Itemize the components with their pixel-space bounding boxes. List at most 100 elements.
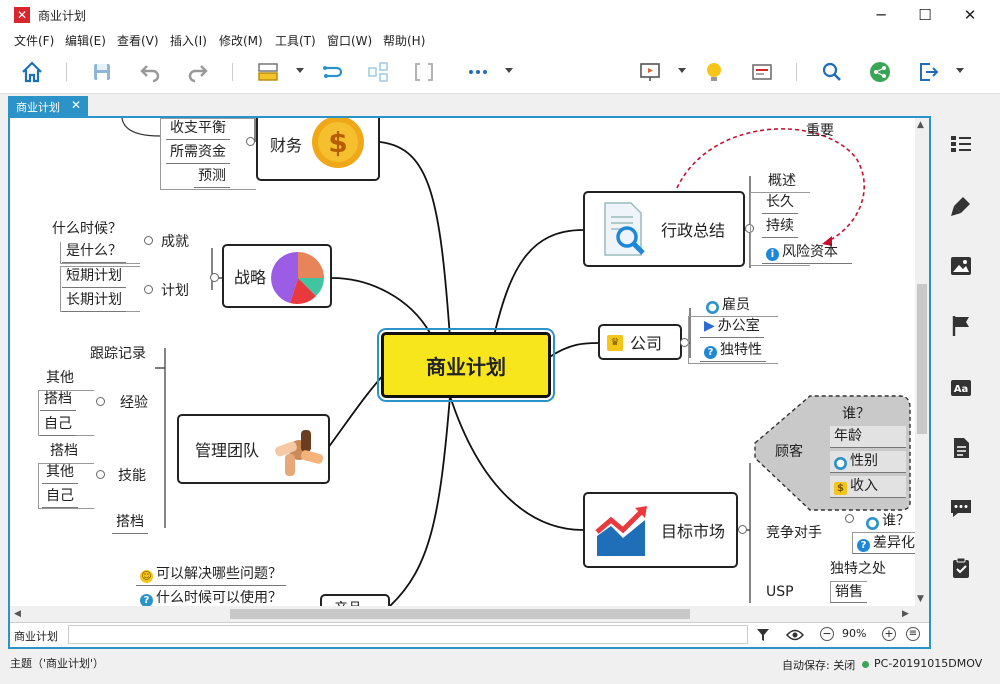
scroll-up-icon[interactable]: ▲ <box>917 120 924 130</box>
menu-insert[interactable]: 插入(I) <box>170 32 207 49</box>
customer-income[interactable]: $ 收入 <box>830 476 906 498</box>
topic-product[interactable]: 产品 <box>320 594 390 606</box>
horizontal-scrollbar[interactable]: ◀ ▶ <box>10 606 915 622</box>
topic-executive-summary[interactable]: 行政总结 <box>583 191 745 267</box>
product-when-usable[interactable]: ? 什么时候可以使用？ <box>136 588 286 606</box>
experience-collapse-toggle[interactable] <box>96 397 105 406</box>
skills-other[interactable]: 其他 <box>42 462 78 484</box>
skills-self[interactable]: 自己 <box>42 486 78 508</box>
home-icon[interactable] <box>20 60 44 84</box>
menu-modify[interactable]: 修改(M) <box>219 32 263 49</box>
presentation-icon[interactable] <box>638 60 662 84</box>
notes-icon[interactable] <box>949 436 973 460</box>
relationship-icon[interactable] <box>320 60 344 84</box>
tab-business-plan[interactable]: 商业计划 ✕ <box>8 96 88 116</box>
marker-flag-icon[interactable] <box>949 314 973 338</box>
vertical-scroll-thumb[interactable] <box>917 284 927 434</box>
topic-company[interactable]: ♛ 公司 <box>598 324 682 360</box>
text-style-icon[interactable]: Aa <box>949 376 973 400</box>
achievement-when[interactable]: 什么时候？ <box>52 218 122 238</box>
skills-collapse-toggle[interactable] <box>96 470 105 479</box>
product-problems-solved[interactable]: ☺ 可以解决哪些问题？ <box>136 564 286 586</box>
executive-long-term[interactable]: 长久 <box>762 192 798 214</box>
image-icon[interactable] <box>949 254 973 278</box>
zoom-in-button[interactable]: + <box>882 627 896 641</box>
market-collapse-toggle[interactable] <box>738 525 747 534</box>
topic-strategy[interactable]: 战略 <box>222 244 332 308</box>
fit-icon[interactable]: ≡ <box>906 627 920 641</box>
topic-insert-icon[interactable] <box>256 60 280 84</box>
menu-view[interactable]: 查看(V) <box>117 32 159 49</box>
menu-window[interactable]: 窗口(W) <box>327 32 372 49</box>
tab-close-icon[interactable]: ✕ <box>71 98 81 112</box>
strategy-plan[interactable]: 计划 <box>161 280 189 300</box>
experience-partner[interactable]: 搭档 <box>40 389 76 411</box>
vertical-scrollbar[interactable]: ▲ ▼ <box>915 118 929 622</box>
horizontal-scroll-thumb[interactable] <box>230 609 690 619</box>
relationship-label-important[interactable]: 重要 <box>806 120 834 140</box>
strategy-achievement[interactable]: 成就 <box>161 231 189 251</box>
more-icon[interactable] <box>466 60 490 84</box>
maximize-button[interactable]: ☐ <box>902 2 948 28</box>
presentation-dropdown-icon[interactable] <box>678 68 686 73</box>
save-icon[interactable] <box>90 60 114 84</box>
boundary-icon[interactable] <box>412 60 436 84</box>
executive-overview[interactable]: 概述 <box>768 170 796 190</box>
outline-icon[interactable] <box>949 132 973 156</box>
customer-who[interactable]: 谁？ <box>842 403 870 423</box>
filter-input[interactable] <box>68 625 748 644</box>
market-usp[interactable]: USP <box>766 584 794 600</box>
redo-icon[interactable] <box>186 60 210 84</box>
team-partner[interactable]: 搭档 <box>112 512 148 534</box>
undo-icon[interactable] <box>138 60 162 84</box>
market-customer[interactable]: 顾客 <box>775 441 803 461</box>
plan-short-term[interactable]: 短期计划 <box>62 266 126 288</box>
experience-other[interactable]: 其他 <box>46 367 74 387</box>
scroll-down-icon[interactable]: ▼ <box>917 594 924 604</box>
finance-balance[interactable]: 收支平衡 <box>166 118 230 140</box>
market-competitor[interactable]: 竞争对手 <box>766 522 822 542</box>
search-icon[interactable] <box>820 60 844 84</box>
topic-finance[interactable]: 财务 $ <box>256 118 380 181</box>
topic-target-market[interactable]: 目标市场 <box>583 492 738 568</box>
skills-partner[interactable]: 搭档 <box>50 440 78 460</box>
customer-gender[interactable]: ● 性别 <box>830 451 906 473</box>
customer-age[interactable]: 年龄 <box>830 426 906 448</box>
task-icon[interactable] <box>949 556 973 580</box>
plan-long-term[interactable]: 长期计划 <box>62 290 126 312</box>
outline-view-icon[interactable] <box>750 60 774 84</box>
autosave-status[interactable]: 自动保存: 关闭 <box>782 657 855 673</box>
minimize-button[interactable]: ─ <box>858 2 904 28</box>
scroll-left-icon[interactable]: ◀ <box>14 609 21 619</box>
team-skills[interactable]: 技能 <box>118 465 146 485</box>
finance-funds-needed[interactable]: 所需资金 <box>166 142 230 164</box>
achievement-collapse-toggle[interactable] <box>144 236 153 245</box>
executive-sustained[interactable]: 持续 <box>762 216 798 238</box>
competitor-who[interactable]: ● 谁？ <box>866 510 910 530</box>
more-dropdown-icon[interactable] <box>505 68 513 73</box>
usp-unique[interactable]: 独特之处 <box>830 558 886 578</box>
experience-self[interactable]: 自己 <box>40 414 76 436</box>
team-track-record[interactable]: 跟踪记录 <box>90 343 146 363</box>
mindmap-canvas[interactable]: 商业计划 财务 $ 收支平衡 所需资金 预测 战略 成就 计划 什么时候？ 是什… <box>10 118 929 606</box>
format-brush-icon[interactable] <box>949 194 973 218</box>
zoom-out-button[interactable]: − <box>820 627 834 641</box>
lightbulb-icon[interactable] <box>702 60 726 84</box>
achievement-what[interactable]: 是什么？ <box>62 241 126 263</box>
share-icon[interactable] <box>868 60 892 84</box>
central-topic[interactable]: 商业计划 <box>377 328 555 402</box>
export-icon[interactable] <box>916 60 940 84</box>
menu-file[interactable]: 文件(F) <box>14 32 54 49</box>
eye-icon[interactable] <box>786 628 804 642</box>
company-employees[interactable]: ● 雇员 <box>706 294 750 314</box>
team-experience[interactable]: 经验 <box>120 392 148 412</box>
menu-tools[interactable]: 工具(T) <box>275 32 316 49</box>
topic-dropdown-icon[interactable] <box>296 68 304 73</box>
filter-icon[interactable] <box>756 628 770 642</box>
competitor-differentiation[interactable]: ? 差异化 <box>852 532 919 554</box>
summary-icon[interactable] <box>366 60 390 84</box>
menu-help[interactable]: 帮助(H) <box>383 32 425 49</box>
competitor-collapse-toggle[interactable] <box>845 514 854 523</box>
company-uniqueness[interactable]: ? 独特性 <box>700 340 766 362</box>
finance-forecast[interactable]: 预测 <box>194 166 230 188</box>
